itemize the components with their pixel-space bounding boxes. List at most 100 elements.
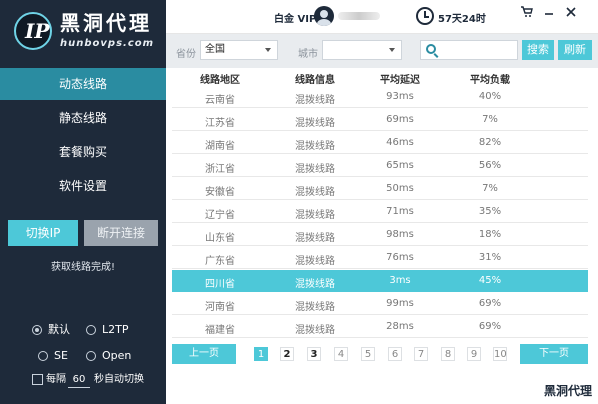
table-row[interactable]: 广东省 混拨线路 76ms 31% — [172, 247, 588, 269]
cell-region: 江苏省 — [205, 118, 235, 129]
table-row[interactable]: 云南省 混拨线路 93ms 40% — [172, 86, 588, 108]
minimize-icon[interactable] — [542, 6, 556, 20]
cell-region: 辽宁省 — [205, 210, 235, 221]
close-icon[interactable] — [564, 6, 578, 20]
cell-load: 82% — [478, 137, 502, 148]
nav-software-settings[interactable]: 软件设置 — [0, 170, 166, 202]
auto-switch-interval-input[interactable]: 60 — [68, 372, 90, 388]
cell-latency: 93ms — [386, 91, 414, 102]
page-number[interactable]: 2 — [280, 347, 294, 361]
table-row[interactable]: 安徽省 混拨线路 50ms 7% — [172, 178, 588, 200]
page-number[interactable]: 6 — [388, 347, 402, 361]
avatar[interactable] — [314, 6, 334, 26]
radio-se-indicator — [38, 351, 48, 361]
switch-ip-button[interactable]: 切换IP — [8, 220, 78, 246]
header-latency: 平均延迟 — [380, 75, 420, 86]
cell-info: 混拨线路 — [295, 325, 335, 336]
cell-load: 69% — [478, 298, 502, 309]
username-redacted — [338, 12, 380, 20]
cell-info: 混拨线路 — [295, 95, 335, 106]
app-window: IP 黑洞代理 hunbovps.com 动态线路 静态线路 套餐购买 软件设置… — [0, 0, 598, 404]
cell-latency: 98ms — [386, 229, 414, 240]
search-input[interactable] — [441, 42, 515, 58]
table-row[interactable]: 福建省 混拨线路 28ms 69% — [172, 316, 588, 338]
logo: IP 黑洞代理 hunbovps.com — [0, 0, 166, 60]
cell-info: 混拨线路 — [295, 256, 335, 267]
radio-default-indicator — [32, 325, 42, 335]
top-bar: 白金 VIP 57天24时 — [166, 0, 598, 34]
page-number[interactable]: 4 — [334, 347, 348, 361]
cell-region: 安徽省 — [205, 187, 235, 198]
table-row[interactable]: 江苏省 混拨线路 69ms 7% — [172, 109, 588, 131]
cell-load: 56% — [478, 160, 502, 171]
cell-latency: 3ms — [389, 275, 411, 286]
cell-load: 35% — [478, 206, 502, 217]
table-row[interactable]: 山东省 混拨线路 98ms 18% — [172, 224, 588, 246]
radio-se-label: SE — [54, 349, 68, 362]
cart-icon[interactable] — [520, 6, 534, 20]
table-row[interactable]: 四川省 混拨线路 3ms 45% — [172, 270, 588, 292]
city-select[interactable] — [322, 40, 402, 60]
page-number[interactable]: 5 — [361, 347, 375, 361]
cell-info: 混拨线路 — [295, 302, 335, 313]
cell-load: 31% — [478, 252, 502, 263]
clock-icon — [416, 7, 434, 25]
table-row[interactable]: 湖南省 混拨线路 46ms 82% — [172, 132, 588, 154]
search-button[interactable]: 搜索 — [522, 40, 554, 60]
province-label: 省份 — [176, 49, 196, 60]
auto-switch-suffix: 秒自动切换 — [94, 374, 144, 385]
nav-dynamic-lines[interactable]: 动态线路 — [0, 68, 166, 100]
disconnect-button[interactable]: 断开连接 — [84, 220, 158, 246]
cell-load: 45% — [478, 275, 502, 286]
table-row[interactable]: 河南省 混拨线路 99ms 69% — [172, 293, 588, 315]
cell-region: 湖南省 — [205, 141, 235, 152]
logo-mark-text: IP — [25, 19, 50, 43]
cell-region: 云南省 — [205, 95, 235, 106]
next-page-button[interactable]: 下一页 — [520, 344, 588, 364]
page-number[interactable]: 10 — [493, 347, 507, 361]
page-number[interactable]: 8 — [441, 347, 455, 361]
header-region: 线路地区 — [200, 75, 240, 86]
page-number[interactable]: 9 — [467, 347, 481, 361]
page-number[interactable]: 7 — [414, 347, 428, 361]
nav-static-lines[interactable]: 静态线路 — [0, 102, 166, 134]
province-value: 全国 — [205, 44, 225, 55]
cell-info: 混拨线路 — [295, 164, 335, 175]
cell-load: 18% — [478, 229, 502, 240]
cell-info: 混拨线路 — [295, 279, 335, 290]
cell-latency: 46ms — [386, 137, 414, 148]
radio-open-indicator — [86, 351, 96, 361]
remaining-time: 57天24时 — [438, 14, 486, 25]
brand-footer: 黑洞代理 — [543, 384, 592, 398]
table-row[interactable]: 浙江省 混拨线路 65ms 56% — [172, 155, 588, 177]
cell-info: 混拨线路 — [295, 187, 335, 198]
search-icon — [426, 44, 436, 54]
cell-load: 40% — [478, 91, 502, 102]
nav-package-purchase[interactable]: 套餐购买 — [0, 136, 166, 168]
filter-bar: 省份 全国 城市 搜索 刷新 — [166, 34, 598, 68]
cell-load: 7% — [482, 114, 498, 125]
cell-region: 四川省 — [205, 279, 235, 290]
prev-page-button[interactable]: 上一页 — [172, 344, 236, 364]
city-label: 城市 — [298, 49, 318, 60]
search-box[interactable] — [420, 40, 518, 60]
logo-mark-icon: IP — [14, 12, 52, 50]
sidebar: IP 黑洞代理 hunbovps.com 动态线路 静态线路 套餐购买 软件设置… — [0, 0, 166, 404]
auto-switch-checkbox[interactable] — [32, 374, 43, 385]
cell-info: 混拨线路 — [295, 210, 335, 221]
logo-subtitle: hunbovps.com — [60, 38, 155, 49]
page-number[interactable]: 3 — [307, 347, 321, 361]
auto-switch-prefix: 每隔 — [46, 374, 66, 385]
refresh-button[interactable]: 刷新 — [558, 40, 592, 60]
cell-load: 69% — [478, 321, 502, 332]
radio-open-label: Open — [102, 349, 132, 362]
radio-l2tp-indicator — [86, 325, 96, 335]
cell-load: 7% — [482, 183, 498, 194]
cell-region: 浙江省 — [205, 164, 235, 175]
cell-latency: 65ms — [386, 160, 414, 171]
table-row[interactable]: 辽宁省 混拨线路 71ms 35% — [172, 201, 588, 223]
province-select[interactable]: 全国 — [200, 40, 278, 60]
table-header: 线路地区 线路信息 平均延迟 平均负载 — [172, 68, 588, 86]
page-number[interactable]: 1 — [254, 347, 268, 361]
cell-latency: 28ms — [386, 321, 414, 332]
